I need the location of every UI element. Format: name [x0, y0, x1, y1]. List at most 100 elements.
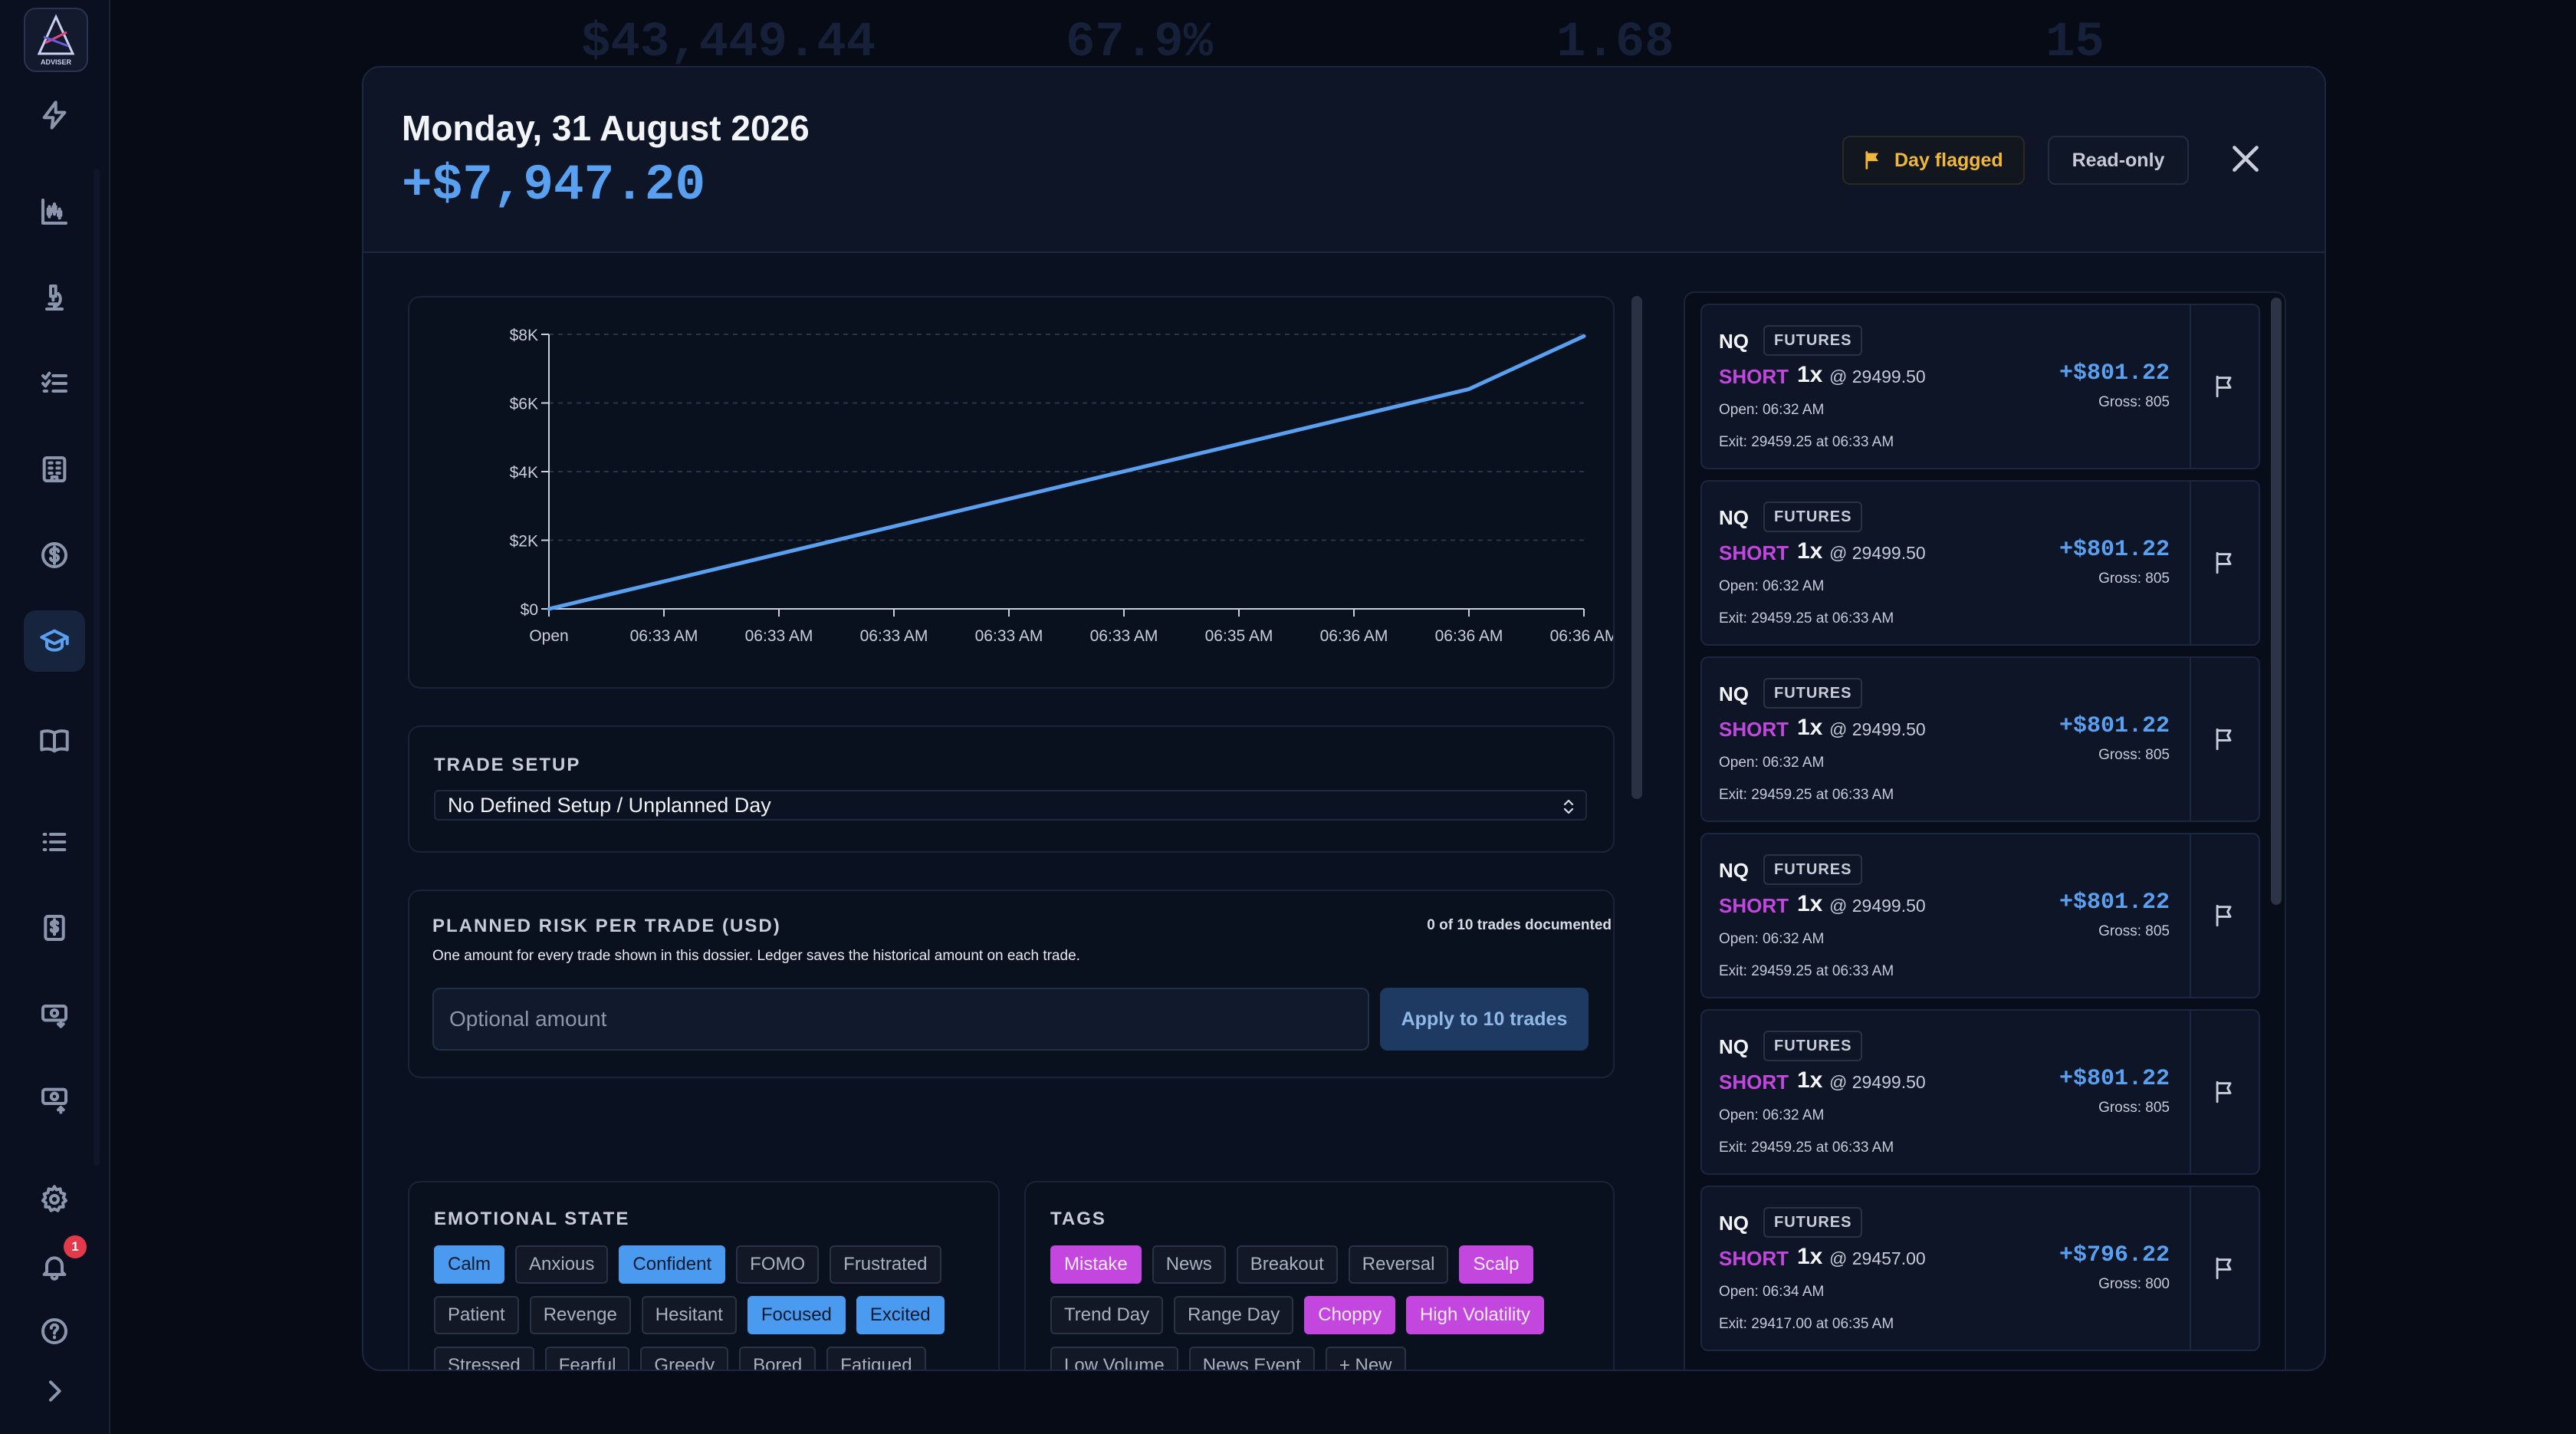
chip[interactable]: Confident: [619, 1245, 726, 1284]
nav-analysis[interactable]: [24, 267, 85, 328]
trade-entry-price: @ 29499.50: [1829, 1072, 1926, 1092]
nav-checklist[interactable]: [24, 353, 85, 414]
trade-card[interactable]: NQ FUTURES SHORT 1x @ 29499.50 Open: 06:32 AM…: [1700, 833, 2260, 998]
nav-settings[interactable]: [24, 1169, 85, 1230]
chip[interactable]: Fatigued: [826, 1347, 926, 1370]
expand-sidebar-button[interactable]: [24, 1360, 85, 1422]
nav-pnl[interactable]: [24, 525, 85, 586]
trade-symbol: NQ: [1719, 682, 1749, 705]
chip[interactable]: Stressed: [434, 1347, 534, 1370]
chip[interactable]: Reversal: [1348, 1245, 1449, 1284]
chip[interactable]: Scalp: [1459, 1245, 1533, 1284]
nav-withdrawals[interactable]: [24, 1069, 85, 1130]
content-scrollbar[interactable]: [1631, 296, 1642, 799]
chip[interactable]: FOMO: [736, 1245, 820, 1284]
flag-icon: [2216, 1257, 2232, 1280]
chip[interactable]: Focused: [747, 1296, 846, 1334]
money-in-icon: [41, 1005, 67, 1028]
chip[interactable]: Frustrated: [830, 1245, 941, 1284]
trade-gross: Gross: 800: [2098, 1276, 2170, 1292]
planned-risk-input[interactable]: Optional amount: [432, 988, 1369, 1051]
chip[interactable]: Mistake: [1050, 1245, 1142, 1284]
chip[interactable]: High Volatility: [1405, 1296, 1545, 1334]
nav-help[interactable]: [24, 1301, 85, 1362]
help-circle-icon: [41, 1318, 67, 1344]
trade-side: SHORT: [1719, 541, 1789, 564]
notification-badge: 1: [64, 1235, 87, 1258]
chip[interactable]: Patient: [434, 1296, 519, 1334]
x-tick-label: 06:33 AM: [745, 627, 813, 645]
chip[interactable]: Excited: [856, 1296, 945, 1334]
chip[interactable]: News: [1152, 1245, 1226, 1284]
trade-open-time: Open: 06:34 AM: [1719, 1284, 1825, 1300]
chip[interactable]: Calm: [434, 1245, 505, 1284]
trade-exit: Exit: 29459.25 at 06:33 AM: [1719, 610, 1894, 627]
sidebar-scrollbar[interactable]: [94, 169, 100, 1166]
chip[interactable]: Trend Day: [1050, 1296, 1164, 1334]
trade-setup-label: TRADE SETUP: [434, 755, 581, 775]
chip[interactable]: Revenge: [529, 1296, 631, 1334]
nav-education[interactable]: [24, 610, 85, 672]
new-tag-button[interactable]: + New: [1325, 1347, 1406, 1370]
chip[interactable]: Breakout: [1236, 1245, 1338, 1284]
nav-bolt[interactable]: [24, 84, 85, 146]
chip[interactable]: Range Day: [1174, 1296, 1294, 1334]
trade-card[interactable]: NQ FUTURES SHORT 1x @ 29457.00 Open: 06:34 AM…: [1700, 1186, 2260, 1351]
trade-entry-price: @ 29499.50: [1829, 719, 1926, 739]
chip[interactable]: Bored: [739, 1347, 816, 1370]
money-out-icon: [41, 1087, 67, 1114]
emotional-state-chips: Calm Anxious Confident FOMO Frustrated Patien…: [434, 1245, 986, 1370]
nav-expenses[interactable]: [24, 897, 85, 959]
nav-accounts[interactable]: [24, 439, 85, 500]
book-icon: [40, 729, 69, 753]
chip[interactable]: News Event: [1188, 1347, 1315, 1370]
equity-curve-chart: $0 $2K $4K $6K $8K Open 06:33 AM 06:33 AM 06:33 …: [510, 327, 1618, 645]
flag-trade-button[interactable]: [2190, 1187, 2259, 1350]
nav-charts[interactable]: [24, 181, 85, 242]
chip[interactable]: Low Volume: [1050, 1347, 1178, 1370]
chip[interactable]: Anxious: [515, 1245, 609, 1284]
y-tick-label: $2K: [510, 533, 538, 551]
trade-pnl: +$801.22: [2058, 713, 2170, 739]
trade-symbol: NQ: [1719, 330, 1749, 353]
flag-icon: [2216, 904, 2232, 927]
flag-trade-button[interactable]: [2190, 834, 2259, 997]
nav-journal[interactable]: [24, 710, 85, 771]
chip[interactable]: Greedy: [640, 1347, 729, 1370]
trade-side: SHORT: [1719, 718, 1789, 741]
flag-icon: [2216, 728, 2232, 751]
trade-side: SHORT: [1719, 1071, 1789, 1094]
trade-card[interactable]: NQ FUTURES SHORT 1x @ 29499.50 Open: 06:32 AM…: [1700, 1009, 2260, 1175]
flag-trade-button[interactable]: [2190, 305, 2259, 468]
chip[interactable]: Fearful: [544, 1347, 630, 1370]
trade-qty: 1x: [1797, 362, 1823, 387]
checklist-icon: [41, 371, 67, 393]
read-only-badge[interactable]: Read-only: [2048, 136, 2189, 185]
trade-pnl: +$801.22: [2058, 537, 2170, 563]
day-dossier-modal: Monday, 31 August 2026 +$7,947.20 Day fl…: [362, 66, 2326, 1371]
close-button[interactable]: [2226, 140, 2265, 178]
nav-deposits[interactable]: [24, 983, 85, 1044]
flag-trade-button[interactable]: [2190, 658, 2259, 821]
chip[interactable]: Choppy: [1304, 1296, 1395, 1334]
trade-pnl: +$801.22: [2058, 1066, 2170, 1092]
day-flagged-button[interactable]: Day flagged: [1842, 136, 2025, 185]
trade-card[interactable]: NQ FUTURES SHORT 1x @ 29499.50 Open: 06:32 AM…: [1700, 480, 2260, 646]
day-pnl: +$7,947.20: [402, 156, 706, 214]
app-logo[interactable]: ADVISER: [24, 8, 88, 72]
trade-symbol: NQ: [1719, 1212, 1749, 1235]
trade-card[interactable]: NQ FUTURES SHORT 1x @ 29499.50 Open: 06:32 AM…: [1700, 304, 2260, 469]
chip[interactable]: Hesitant: [641, 1296, 737, 1334]
trade-qty: 1x: [1797, 891, 1823, 916]
trade-list-scrollbar[interactable]: [2271, 298, 2282, 905]
graduation-cap-icon: [40, 629, 69, 652]
trade-setup-select[interactable]: No Defined Setup / Unplanned Day: [434, 790, 1587, 821]
apply-risk-button[interactable]: Apply to 10 trades: [1380, 988, 1589, 1051]
flag-icon: [2216, 375, 2232, 398]
trade-card[interactable]: NQ FUTURES SHORT 1x @ 29499.50 Open: 06:32 AM…: [1700, 656, 2260, 822]
trade-type-badge: FUTURES: [1763, 1031, 1863, 1061]
flag-trade-button[interactable]: [2190, 482, 2259, 644]
sidebar: ADVISER 1: [0, 0, 110, 1434]
flag-trade-button[interactable]: [2190, 1011, 2259, 1173]
nav-trades-list[interactable]: [24, 811, 85, 873]
